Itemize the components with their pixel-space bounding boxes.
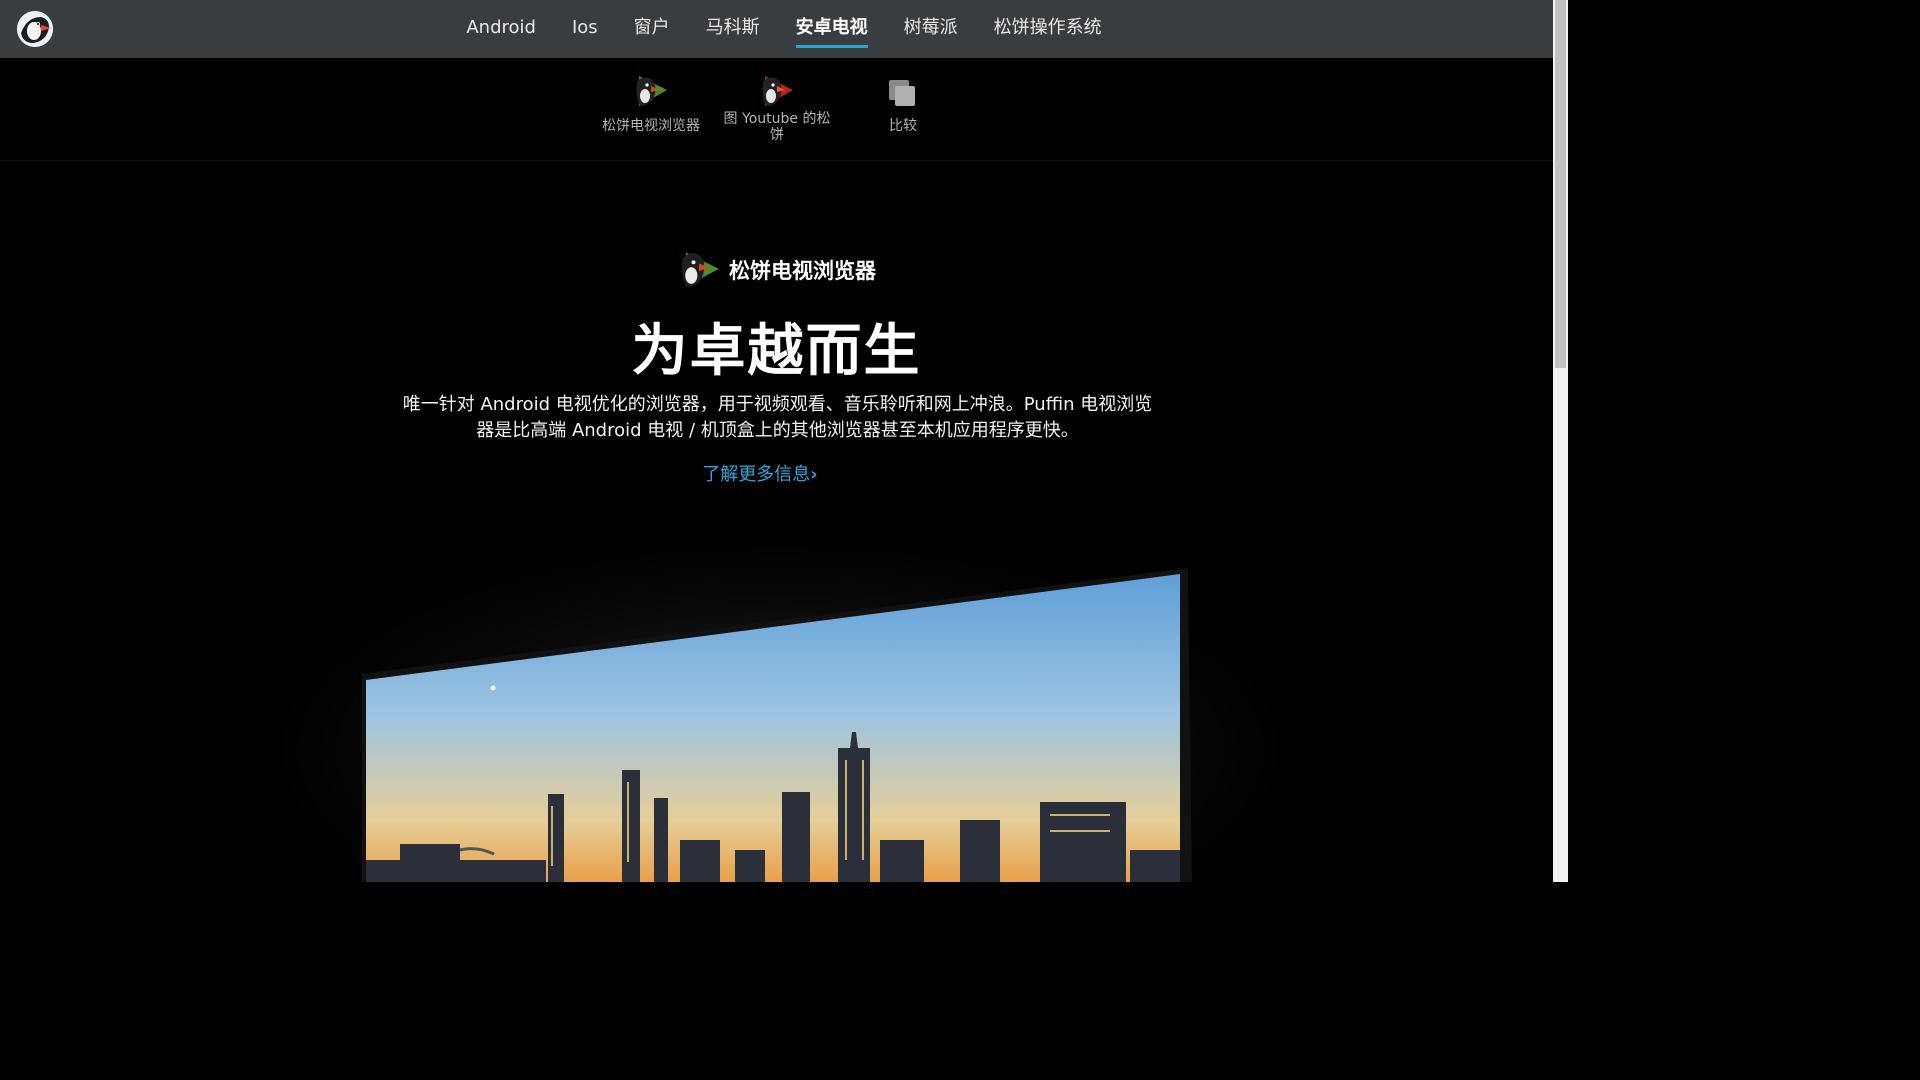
puffin-tv-icon xyxy=(681,252,719,287)
subnav-label: 图 Youtube 的松饼 xyxy=(723,111,831,143)
nav-link-android[interactable]: Android xyxy=(448,0,554,58)
tv-image xyxy=(362,568,1192,882)
learn-more-link[interactable]: 了解更多信息› xyxy=(0,460,1520,486)
product-title: 松饼电视浏览器 xyxy=(0,248,1553,292)
subnav-item-puffin-youtube[interactable]: 图 Youtube 的松饼 xyxy=(717,72,837,143)
nav-link-windows[interactable]: 窗户 xyxy=(616,0,688,58)
hero-headline: 为卓越而生 xyxy=(631,319,922,384)
nav-link-raspberry-pi[interactable]: 树莓派 xyxy=(886,0,976,58)
nav-link-ios[interactable]: Ios xyxy=(554,0,616,58)
subnav-item-puffin-tv[interactable]: 松饼电视浏览器 xyxy=(591,72,711,134)
nav-link-mac[interactable]: 马科斯 xyxy=(688,0,778,58)
main-nav-links: Android Ios 窗户 马科斯 安卓电视 树莓派 松饼操作系统 xyxy=(0,0,1568,58)
product-subnav: 松饼电视浏览器 图 Youtube 的松饼 比较 xyxy=(0,58,1553,161)
tv-illustration xyxy=(0,520,1553,882)
subnav-label: 松饼电视浏览器 xyxy=(602,118,700,134)
hero-description: 唯一针对 Android 电视优化的浏览器，用于视频观看、音乐聆听和网上冲浪。P… xyxy=(402,394,1153,441)
top-navigation-bar: Android Ios 窗户 马科斯 安卓电视 树莓派 松饼操作系统 xyxy=(0,0,1553,58)
puffin-tv-icon xyxy=(636,76,667,106)
nav-link-puffin-os[interactable]: 松饼操作系统 xyxy=(976,0,1120,58)
scrollbar-thumb[interactable] xyxy=(1555,0,1566,368)
chevron-right-icon: › xyxy=(810,464,818,485)
learn-more-label: 了解更多信息 xyxy=(702,464,811,485)
nav-link-android-tv[interactable]: 安卓电视 xyxy=(778,0,886,58)
page-scrollbar[interactable] xyxy=(1553,0,1568,882)
product-name: 松饼电视浏览器 xyxy=(729,259,876,283)
puffin-youtube-icon xyxy=(762,76,793,106)
subnav-label: 比较 xyxy=(889,118,917,134)
subnav-item-compare[interactable]: 比较 xyxy=(843,72,963,134)
compare-icon xyxy=(889,80,915,106)
